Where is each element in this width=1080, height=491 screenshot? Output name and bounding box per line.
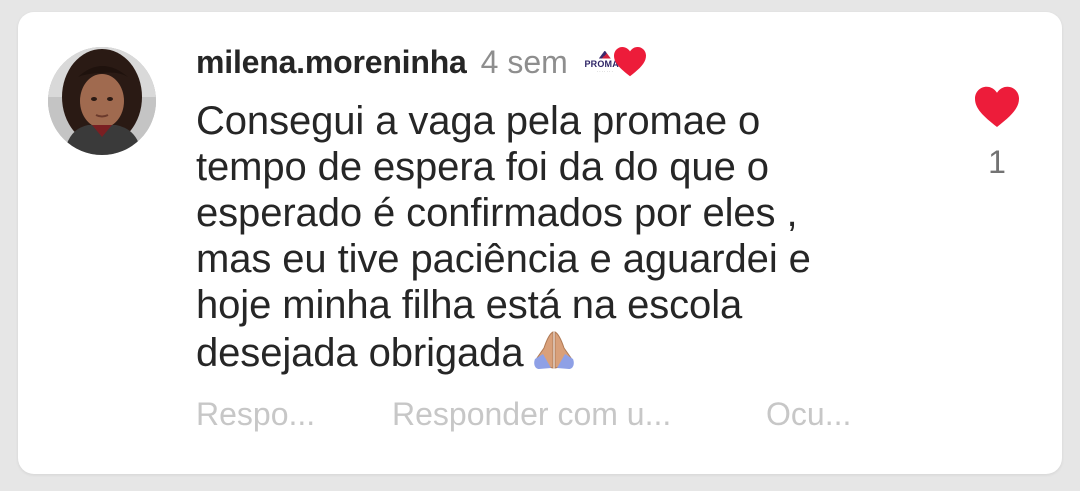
comment-header: milena.moreninha 4 sem PROMAE · · · · · … — [196, 42, 650, 82]
username[interactable]: milena.moreninha — [196, 44, 467, 81]
like-column: 1 — [968, 84, 1026, 181]
heart-icon — [613, 47, 646, 77]
comment-text-block: Consegui a vaga pela promae o tempo de e… — [196, 98, 916, 380]
avatar-photo — [48, 47, 156, 155]
creator-liked-badge: PROMAE · · · · · · · — [584, 45, 650, 79]
timestamp: 4 sem — [480, 43, 568, 80]
reply-with-gif-button[interactable]: Responder com u... — [392, 396, 766, 433]
comment-text: Consegui a vaga pela promae o tempo de e… — [196, 99, 811, 375]
comment-card: milena.moreninha 4 sem PROMAE · · · · · … — [18, 12, 1062, 474]
hide-button[interactable]: Ocu... — [766, 396, 851, 433]
folded-hands-icon — [531, 328, 577, 380]
comment-actions: Respo... Responder com u... Ocu... — [196, 396, 851, 433]
like-heart-icon[interactable] — [973, 84, 1021, 128]
avatar[interactable] — [48, 47, 156, 155]
reply-button[interactable]: Respo... — [196, 396, 392, 433]
like-count[interactable]: 1 — [988, 144, 1006, 181]
